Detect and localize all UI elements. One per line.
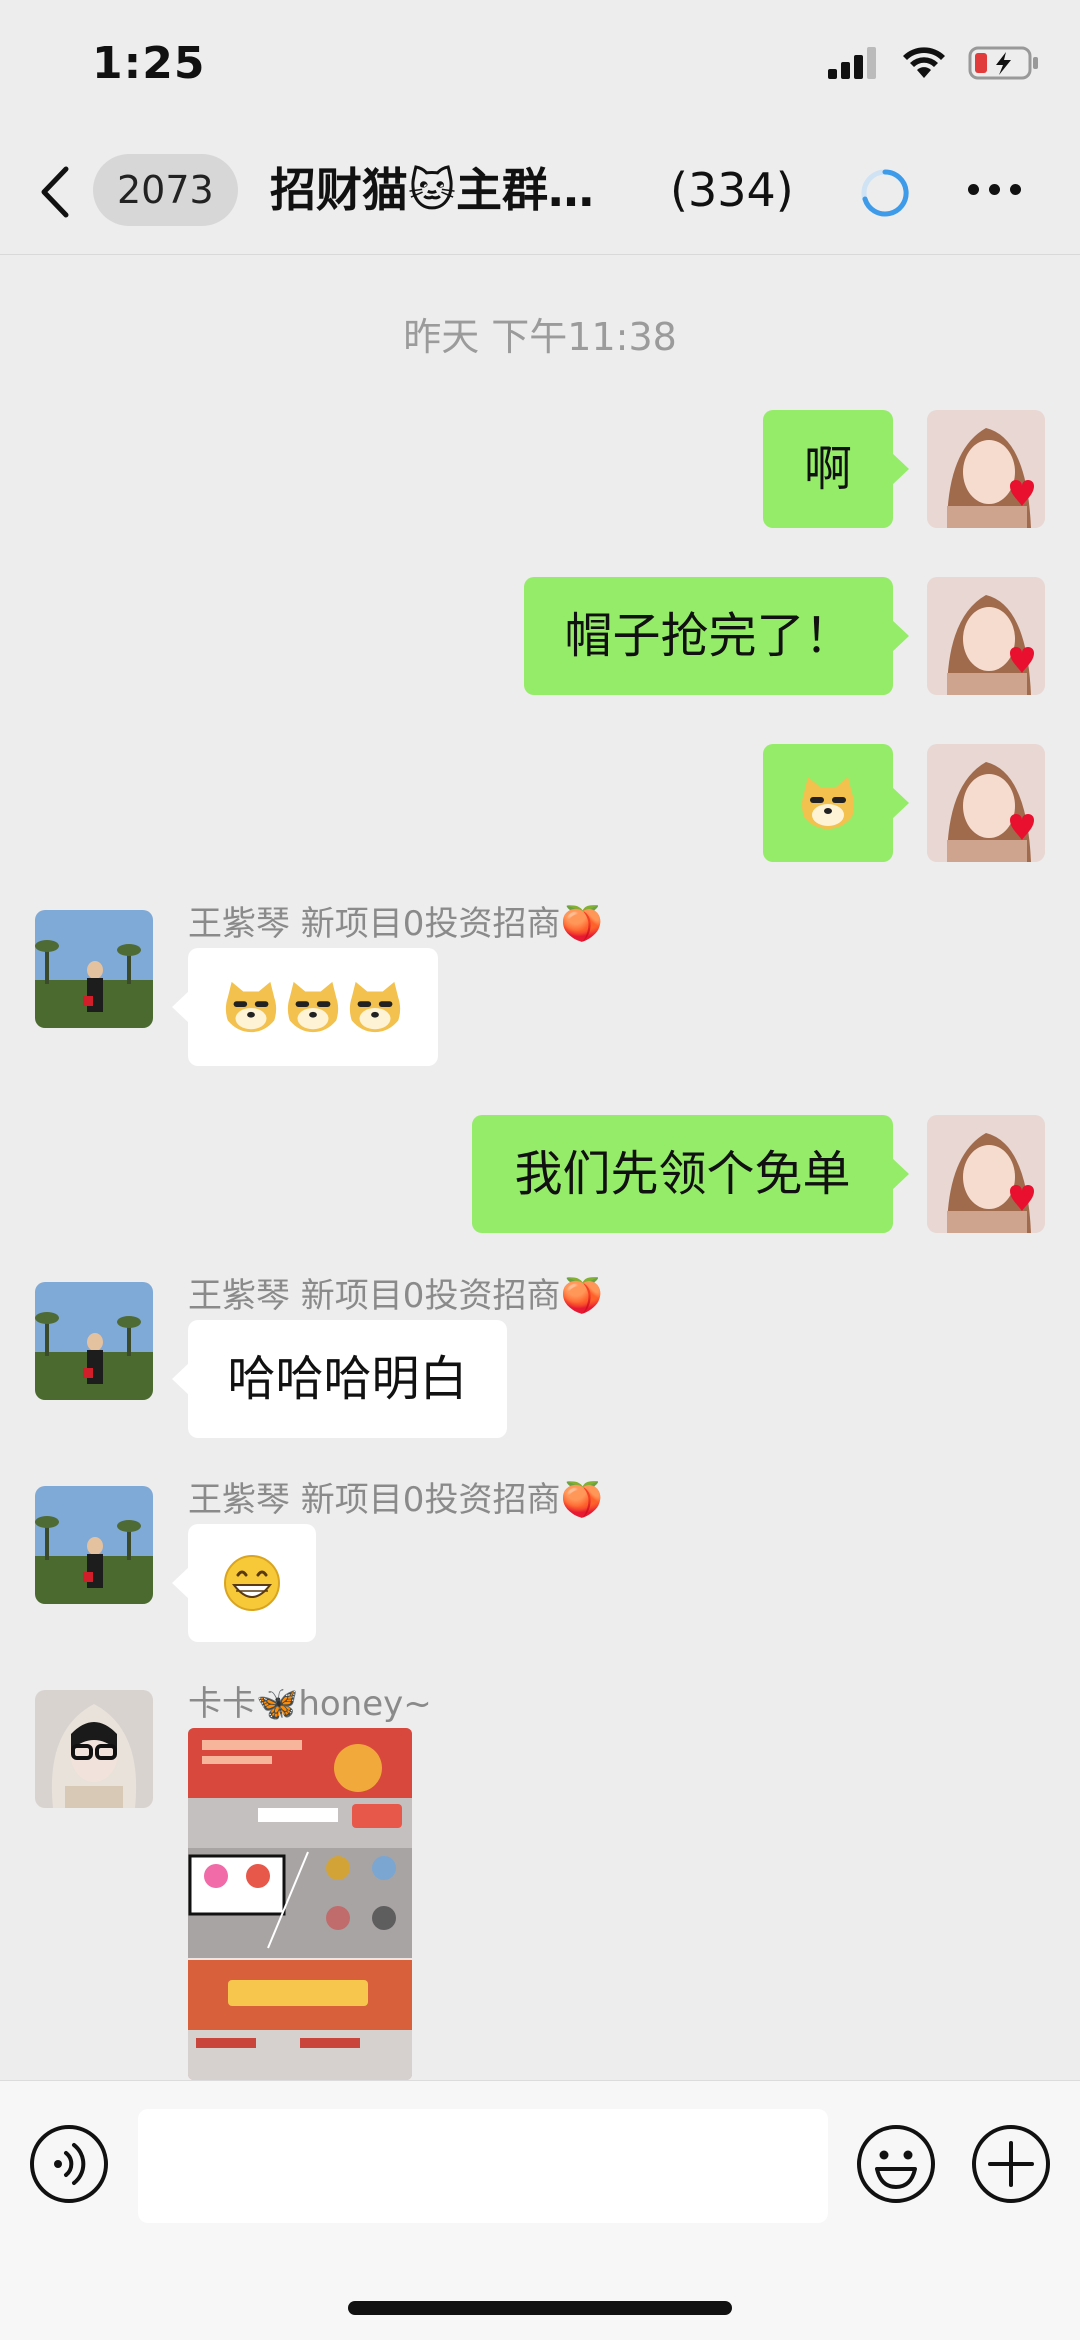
- home-indicator: [348, 2301, 732, 2315]
- grin-emoji-icon: [224, 1555, 280, 1611]
- loading-spinner-icon: [858, 166, 912, 224]
- message-bubble[interactable]: 哈哈哈明白: [172, 1320, 507, 1438]
- member-count: (334): [670, 163, 794, 217]
- avatar[interactable]: [927, 1115, 1045, 1233]
- signal-icon: [828, 47, 876, 79]
- message-text: 哈哈哈明白: [227, 1351, 468, 1407]
- sender-name: 卡卡🦋honey~: [188, 1684, 432, 1724]
- wifi-icon: [903, 47, 945, 78]
- battery-icon: [968, 46, 1038, 80]
- voice-button[interactable]: [28, 2123, 110, 2209]
- emoji-icon: [857, 2125, 935, 2203]
- doge-emoji-icon: [287, 981, 339, 1033]
- plus-icon: [972, 2125, 1050, 2203]
- message-text: 啊: [803, 441, 852, 497]
- status-icons: [828, 46, 1040, 80]
- chat-header: 2073 招财猫🐱主群… (334): [0, 130, 1080, 255]
- doge-emoji-icon: [802, 777, 854, 829]
- back-button[interactable]: [40, 162, 80, 222]
- message-bubble[interactable]: [763, 744, 909, 862]
- chevron-left-icon: [41, 166, 69, 218]
- message-text: 帽子抢完了！: [564, 608, 853, 664]
- doge-emoji-icon: [225, 981, 277, 1033]
- voice-icon: [30, 2125, 108, 2203]
- avatar[interactable]: [35, 1486, 153, 1604]
- status-time: 1:25: [92, 38, 206, 89]
- chat-title[interactable]: 招财猫🐱主群…: [270, 156, 594, 224]
- unread-count-badge[interactable]: 2073: [93, 154, 238, 226]
- message-bubble[interactable]: [172, 1524, 316, 1642]
- image-message[interactable]: [188, 1728, 412, 2080]
- avatar[interactable]: [35, 1282, 153, 1400]
- avatar[interactable]: [927, 577, 1045, 695]
- message-text: 我们先领个免单: [514, 1146, 851, 1202]
- avatar[interactable]: [927, 410, 1045, 528]
- screenshot-thumbnail: [188, 1728, 412, 2080]
- message-input[interactable]: [138, 2109, 828, 2223]
- message-bubble[interactable]: 啊: [763, 410, 909, 528]
- message-bubble[interactable]: 我们先领个免单: [472, 1115, 909, 1233]
- emoji-button[interactable]: [855, 2123, 937, 2209]
- plus-button[interactable]: [970, 2123, 1052, 2209]
- input-bar: [0, 2080, 1080, 2340]
- sender-name: 王紫琴 新项目0投资招商🍑: [188, 1276, 603, 1316]
- sender-name: 王紫琴 新项目0投资招商🍑: [188, 904, 603, 944]
- avatar[interactable]: [927, 744, 1045, 862]
- sender-name: 王紫琴 新项目0投资招商🍑: [188, 1480, 603, 1520]
- more-dots-icon[interactable]: [968, 174, 1028, 204]
- message-timestamp: 昨天 下午11:38: [403, 315, 677, 359]
- status-bar: 1:25: [0, 0, 1080, 130]
- message-bubble[interactable]: [172, 948, 438, 1066]
- avatar[interactable]: [35, 1690, 153, 1808]
- doge-emoji-icon: [349, 981, 401, 1033]
- avatar[interactable]: [35, 910, 153, 1028]
- message-bubble[interactable]: 帽子抢完了！: [524, 577, 909, 695]
